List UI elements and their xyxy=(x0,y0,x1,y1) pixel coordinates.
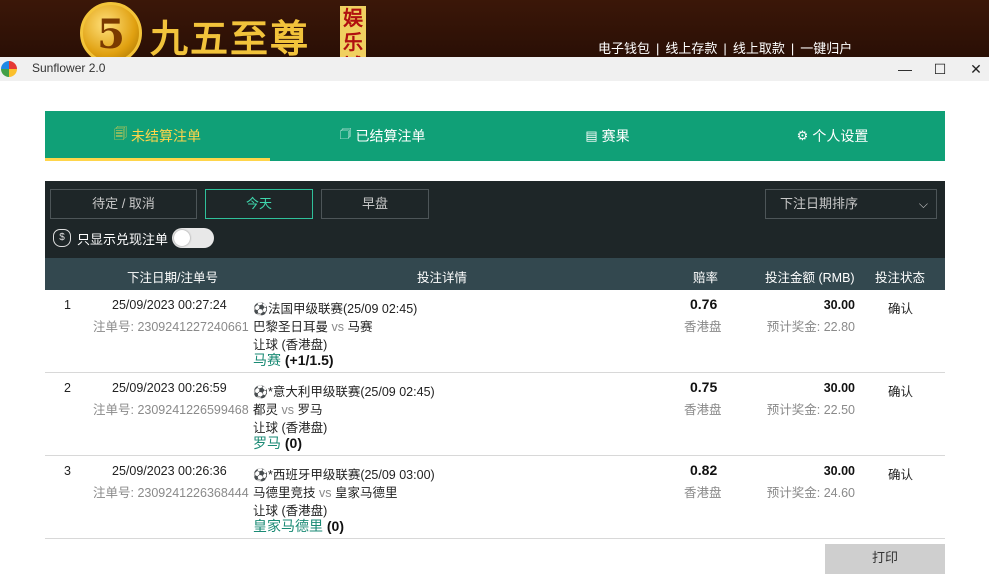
table-row: 2 25/09/2023 00:26:59 注单号: 2309241226599… xyxy=(45,373,945,456)
bet-tabs: 🗐 未结算注单 🗇 已结算注单 ▤ 赛果 ⚙ 个人设置 xyxy=(45,111,945,161)
stake-amount: 30.00 xyxy=(823,298,855,312)
odds-value: 0.76 xyxy=(690,296,718,312)
link-online-withdraw[interactable]: 线上取款 xyxy=(733,41,785,56)
bet-datetime: 25/09/2023 00:26:59 xyxy=(112,381,227,395)
gear-icon: ⚙ xyxy=(796,128,809,143)
league-name: 法国甲级联赛(25/09 02:45) xyxy=(267,302,418,316)
window-title: Sunflower 2.0 xyxy=(32,61,106,75)
money-bag-icon: $ xyxy=(53,229,71,247)
bet-status: 确认 xyxy=(888,468,914,482)
home-team: 巴黎圣日耳曼 xyxy=(253,320,329,334)
odds-type: 香港盘 xyxy=(684,320,722,334)
tab-results[interactable]: ▤ 赛果 xyxy=(495,111,720,161)
cashout-toggle[interactable] xyxy=(172,228,215,248)
header-odds: 赔率 xyxy=(693,271,719,285)
stake-amount: 30.00 xyxy=(823,464,855,478)
row-index: 2 xyxy=(64,381,71,395)
away-team: 马赛 xyxy=(347,320,373,334)
sunflower-app-icon xyxy=(1,61,17,77)
pending-cancel-button[interactable]: 待定 / 取消 xyxy=(50,189,197,219)
odds-value: 0.82 xyxy=(690,462,718,478)
main-content: 🗐 未结算注单 🗇 已结算注单 ▤ 赛果 ⚙ 个人设置 待定 / 取消 今天 早… xyxy=(0,81,989,574)
casino-logo-icon: 5 xyxy=(80,2,142,57)
odds-value: 0.75 xyxy=(690,379,718,395)
early-market-button[interactable]: 早盘 xyxy=(321,189,429,219)
link-e-wallet[interactable]: 电子钱包 xyxy=(598,41,650,56)
casino-banner: 5 九五至尊 娱乐城 电子钱包|线上存款|线上取款|一键归户 xyxy=(0,0,989,57)
vs-label: vs xyxy=(319,486,332,500)
table-row: 1 25/09/2023 00:27:24 注单号: 2309241227240… xyxy=(45,290,945,373)
cashout-toggle-label: 只显示兑现注单 xyxy=(77,231,169,247)
soccer-ball-icon: ⚽ xyxy=(253,302,268,316)
row-index: 1 xyxy=(64,298,71,312)
cashout-filter: $ 只显示兑现注单 xyxy=(53,226,215,250)
header-amount: 投注金额 (RMB) xyxy=(765,271,855,285)
home-team: 都灵 xyxy=(253,403,279,417)
stake-amount: 30.00 xyxy=(823,381,855,395)
pick-line: (+1/1.5) xyxy=(284,352,334,368)
tab-label: 个人设置 xyxy=(812,128,869,144)
today-button[interactable]: 今天 xyxy=(205,189,313,219)
tab-label: 未结算注单 xyxy=(131,128,201,144)
bet-status: 确认 xyxy=(888,385,914,399)
pick-team: 马赛 xyxy=(253,352,281,368)
home-team: 马德里竞技 xyxy=(253,486,316,500)
tab-label: 赛果 xyxy=(601,128,630,144)
league-name: *意大利甲级联赛(25/09 02:45) xyxy=(267,385,435,399)
casino-logo-tag: 娱乐城 xyxy=(340,6,366,57)
soccer-ball-icon: ⚽ xyxy=(253,385,268,399)
vs-label: vs xyxy=(331,320,345,334)
minimize-button[interactable]: — xyxy=(887,57,923,81)
tab-unsettled-bets[interactable]: 🗐 未结算注单 xyxy=(45,111,270,161)
close-button[interactable]: ✕ xyxy=(958,57,989,81)
bet-id: 注单号: 2309241226599468 xyxy=(93,403,249,417)
odds-type: 香港盘 xyxy=(684,403,722,417)
bet-datetime: 25/09/2023 00:26:36 xyxy=(112,464,227,478)
link-one-click-transfer[interactable]: 一键归户 xyxy=(800,41,852,56)
sort-select[interactable]: 下注日期排序 ⌵ xyxy=(765,189,937,219)
pick-line: (0) xyxy=(326,518,345,534)
league-name: *西班牙甲级联赛(25/09 03:00) xyxy=(267,468,435,482)
print-button[interactable]: 打印 xyxy=(825,544,945,574)
header-date-id: 下注日期/注单号 xyxy=(127,271,218,285)
pick-team: 罗马 xyxy=(253,435,281,451)
bet-id: 注单号: 2309241226368444 xyxy=(93,486,249,500)
estimated-payout: 预计奖金: 22.80 xyxy=(766,320,855,334)
away-team: 罗马 xyxy=(297,403,323,417)
banner-links: 电子钱包 | 线上存款 | 线上取款 | 一键归户 xyxy=(598,41,853,56)
receipt-icon: 🗐 xyxy=(114,126,127,141)
filter-panel: 待定 / 取消 今天 早盘 下注日期排序 ⌵ $ 只显示兑现注单 下注日期/注单… xyxy=(45,181,945,290)
odds-type: 香港盘 xyxy=(684,486,722,500)
header-details: 投注详情 xyxy=(417,271,468,285)
row-index: 3 xyxy=(64,464,71,478)
table-header: 下注日期/注单号 投注详情 赔率 投注金额 (RMB) 投注状态 xyxy=(45,258,945,290)
estimated-payout: 预计奖金: 22.50 xyxy=(766,403,855,417)
pick-team: 皇家马德里 xyxy=(253,518,323,534)
estimated-payout: 预计奖金: 24.60 xyxy=(766,486,855,500)
away-team: 皇家马德里 xyxy=(334,486,398,500)
tab-settled-bets[interactable]: 🗇 已结算注单 xyxy=(270,111,495,161)
settled-icon: 🗇 xyxy=(339,126,352,141)
maximize-button[interactable]: ☐ xyxy=(922,57,958,81)
chevron-down-icon: ⌵ xyxy=(918,197,928,211)
soccer-ball-icon: ⚽ xyxy=(253,468,268,482)
bet-status: 确认 xyxy=(888,302,914,316)
window-titlebar: Sunflower 2.0 — ☐ ✕ xyxy=(0,57,989,81)
tab-label: 已结算注单 xyxy=(355,128,426,144)
vs-label: vs xyxy=(281,403,295,417)
bet-datetime: 25/09/2023 00:27:24 xyxy=(112,298,227,312)
tab-personal-settings[interactable]: ⚙ 个人设置 xyxy=(720,111,945,161)
pick-line: (0) xyxy=(284,435,303,451)
bet-id: 注单号: 2309241227240661 xyxy=(93,320,249,334)
casino-logo-text: 九五至尊 xyxy=(150,16,311,57)
table-row: 3 25/09/2023 00:26:36 注单号: 2309241226368… xyxy=(45,456,945,539)
results-icon: ▤ xyxy=(585,128,598,143)
sort-select-value: 下注日期排序 xyxy=(780,196,859,211)
header-status: 投注状态 xyxy=(875,271,926,285)
link-online-deposit[interactable]: 线上存款 xyxy=(665,41,717,56)
